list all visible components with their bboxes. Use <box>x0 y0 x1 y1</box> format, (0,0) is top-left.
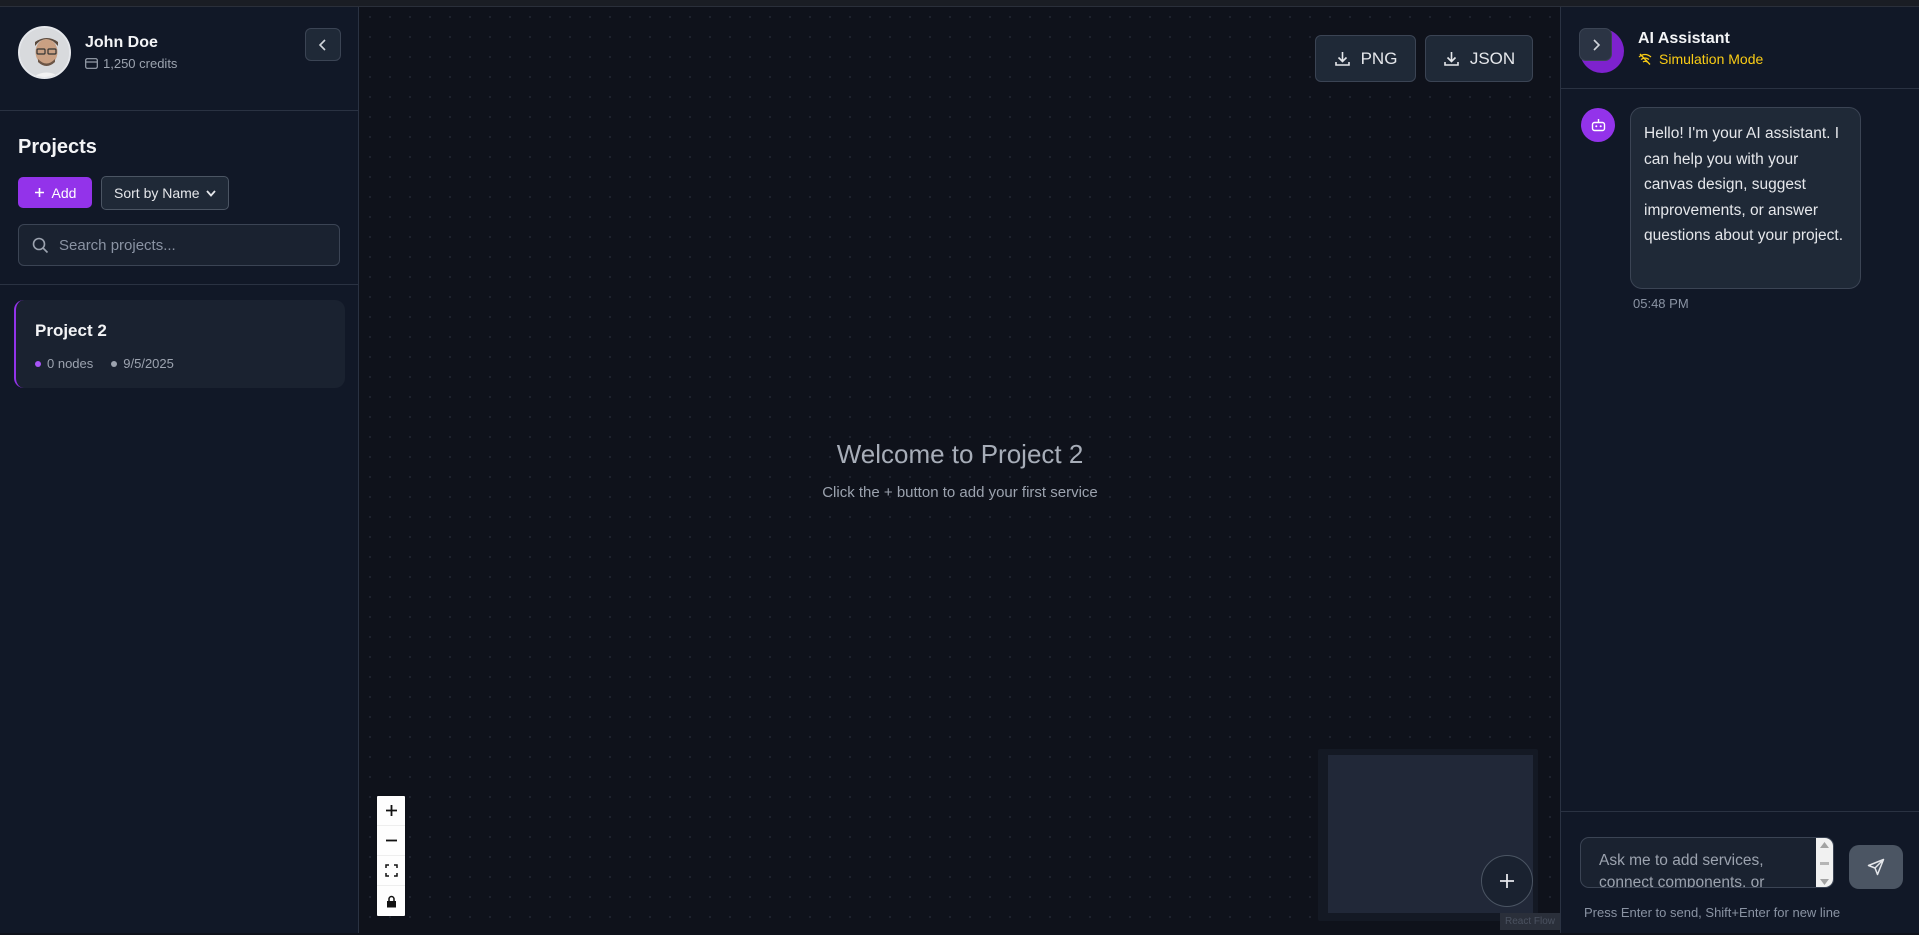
sort-selected-value: Sort by Name <box>114 185 200 201</box>
canvas-controls <box>377 796 405 916</box>
sidebar-divider <box>0 284 359 285</box>
search-input[interactable] <box>59 236 329 254</box>
project-date: 9/5/2025 <box>123 356 174 371</box>
fit-view-icon <box>384 864 398 877</box>
fit-view-button[interactable] <box>377 856 405 886</box>
zoom-in-button[interactable] <box>377 796 405 826</box>
plus-icon <box>34 188 44 197</box>
react-flow-attribution[interactable]: React Flow <box>1500 913 1560 930</box>
search-icon <box>32 237 49 253</box>
nodes-dot-icon <box>35 360 41 367</box>
sort-select[interactable]: Sort by Name <box>101 176 229 210</box>
flow-canvas[interactable]: PNG JSON Welcome to Project 2 Click the … <box>360 7 1560 933</box>
plus-icon <box>385 805 397 816</box>
add-project-label: Add <box>51 184 77 201</box>
bot-glyph-icon <box>1591 119 1605 132</box>
avatar <box>18 26 71 79</box>
lock-icon <box>386 895 396 907</box>
export-png-label: PNG <box>1360 48 1398 68</box>
credit-card-icon <box>85 58 98 69</box>
scroll-arrows-icon <box>1820 842 1829 885</box>
add-project-button[interactable]: Add <box>18 177 92 208</box>
assistant-message: Hello! I'm your AI assistant. I can help… <box>1630 107 1861 289</box>
ai-header: AI Assistant Simulation Mode <box>1561 7 1919 89</box>
send-button[interactable] <box>1849 845 1903 889</box>
projects-heading: Projects <box>18 136 97 158</box>
chat-input[interactable]: Ask me to add services, connect componen… <box>1599 850 1804 887</box>
project-node-count: 0 nodes <box>47 356 94 371</box>
credits-display: 1,250 credits <box>85 56 177 71</box>
welcome-title: Welcome to Project 2 <box>836 439 1084 469</box>
plus-icon <box>1500 874 1514 888</box>
date-dot-icon <box>111 360 118 367</box>
project-card[interactable]: Project 2 0 nodes 9/5/2025 <box>14 300 345 388</box>
project-meta: 0 nodes 9/5/2025 <box>35 356 174 371</box>
collapse-assistant-button[interactable] <box>1579 28 1612 61</box>
wifi-off-icon <box>1638 53 1652 65</box>
chevron-left-icon <box>318 38 326 51</box>
chat-input-box[interactable]: Ask me to add services, connect componen… <box>1580 837 1834 888</box>
export-json-label: JSON <box>1469 48 1516 68</box>
projects-sidebar: John Doe 1,250 credits Projects Add Sort… <box>0 7 359 933</box>
welcome-subtitle: Click the + button to add your first ser… <box>822 484 1098 501</box>
simulation-mode-badge: Simulation Mode <box>1638 51 1763 67</box>
bot-icon <box>1581 108 1615 142</box>
download-icon <box>1444 52 1459 66</box>
minus-icon <box>385 839 397 842</box>
ai-assistant-panel: AI Assistant Simulation Mode Hello! I'm … <box>1560 7 1919 933</box>
simulation-mode-label: Simulation Mode <box>1659 51 1764 67</box>
chevron-down-icon <box>205 189 216 197</box>
send-icon <box>1867 858 1885 876</box>
chat-input-scrollbar[interactable] <box>1816 838 1833 887</box>
message-timestamp: 05:48 PM <box>1633 296 1689 311</box>
export-png-button[interactable]: PNG <box>1315 35 1416 82</box>
window-top-bar <box>0 0 1919 7</box>
chat-input-area: Ask me to add services, connect componen… <box>1561 811 1919 933</box>
search-projects <box>18 224 340 266</box>
chevron-right-icon <box>1592 38 1600 51</box>
user-profile: John Doe 1,250 credits <box>0 7 359 111</box>
zoom-out-button[interactable] <box>377 826 405 856</box>
project-title: Project 2 <box>35 321 107 340</box>
add-service-button[interactable] <box>1481 855 1533 907</box>
ai-title: AI Assistant <box>1638 30 1730 47</box>
export-json-button[interactable]: JSON <box>1425 35 1533 82</box>
lock-button[interactable] <box>377 886 405 916</box>
user-name: John Doe <box>85 34 158 51</box>
download-icon <box>1334 52 1350 66</box>
collapse-sidebar-button[interactable] <box>305 28 341 61</box>
credits-label: 1,250 credits <box>103 56 178 71</box>
input-hint: Press Enter to send, Shift+Enter for new… <box>1584 905 1841 920</box>
